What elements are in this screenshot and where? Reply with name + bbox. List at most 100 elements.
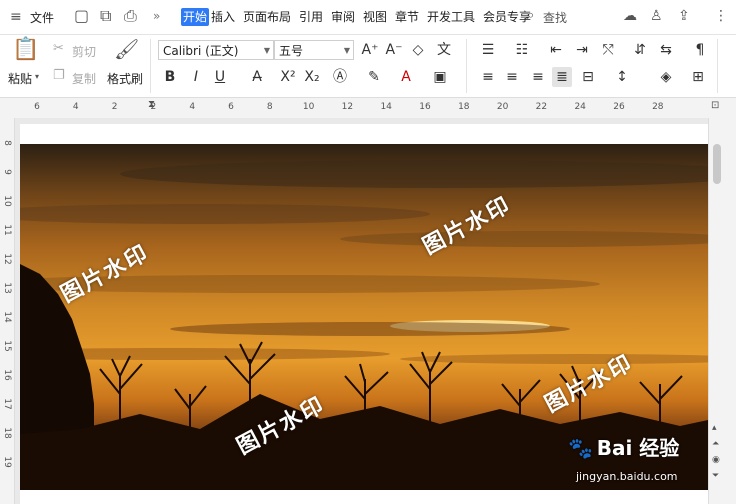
vruler-tick: 17 — [2, 398, 12, 410]
prev-page-icon[interactable]: ⏶ — [712, 440, 719, 449]
italic-icon[interactable]: I — [186, 67, 206, 87]
bold-icon[interactable]: B — [160, 67, 180, 87]
borders-icon[interactable]: ⊞ — [688, 67, 708, 87]
shrink-font-icon[interactable]: A⁻ — [384, 40, 404, 60]
justify-icon[interactable]: ≣ — [552, 67, 572, 87]
font-size-value: 五号 — [279, 44, 304, 58]
vruler-tick: 8 — [2, 140, 12, 146]
select-browse-icon[interactable]: ◉ — [712, 456, 720, 465]
font-size-select[interactable]: 五号 ▼ — [274, 40, 354, 60]
line-spacing-icon[interactable]: ↕ — [612, 67, 632, 87]
search-label[interactable]: 查找 — [543, 9, 567, 26]
ruler-tick: 10 — [302, 102, 315, 112]
shading-icon[interactable]: ◈ — [656, 67, 676, 87]
document-area[interactable]: 图片水印 图片水印 图片水印 图片水印 🐾 Bai 经验 jingyan.bai… — [15, 118, 708, 504]
scroll-thumb[interactable] — [713, 144, 721, 184]
char-border-icon[interactable]: ▣ — [430, 67, 450, 87]
vruler-tick: 11 — [2, 224, 12, 236]
ruler-tick: 18 — [458, 102, 470, 112]
vruler-tick: 9 — [2, 169, 12, 175]
paw-icon: 🐾 — [568, 436, 593, 460]
tab-6[interactable]: 章节 — [395, 8, 419, 26]
tab-8[interactable]: 会员专享 — [483, 8, 531, 26]
decrease-indent-icon[interactable]: ⇤ — [546, 40, 566, 60]
sunset-image[interactable]: 图片水印 图片水印 图片水印 图片水印 🐾 Bai 经验 jingyan.bai… — [20, 144, 708, 490]
ruler-tick: 6 — [228, 102, 234, 112]
document-page[interactable]: 图片水印 图片水印 图片水印 图片水印 🐾 Bai 经验 jingyan.bai… — [20, 124, 708, 504]
tab-7[interactable]: 开发工具 — [427, 8, 475, 26]
font-color-icon[interactable]: A — [396, 67, 416, 87]
ruler-tick: 16 — [419, 102, 431, 112]
align-right-icon[interactable]: ≡ — [528, 67, 548, 87]
export-pdf-icon[interactable]: ⧉ — [100, 8, 111, 24]
numbered-list-icon[interactable]: ☷ — [512, 40, 532, 60]
save-icon[interactable]: ▢ — [74, 8, 89, 24]
ribbon-toolbar: 📋 粘贴 ▾ ✂ 剪切 ❐ 复制 🖌 格式刷 Calibri (正文) ▼ 五号 ▼… — [0, 35, 736, 98]
paste-button[interactable]: 粘贴 — [8, 70, 32, 87]
more-options-icon[interactable]: ⋮ — [714, 9, 728, 23]
brand-logo-text: Bai 经验 — [596, 436, 680, 460]
vruler-tick: 13 — [2, 282, 12, 294]
ruler-toggle-icon[interactable]: ⊡ — [711, 101, 719, 111]
ruler-tick: 14 — [380, 102, 392, 112]
cloud-sync-icon[interactable]: ☁ — [623, 9, 637, 23]
bullet-list-icon[interactable]: ☰ — [478, 40, 498, 60]
vruler-tick: 19 — [2, 456, 12, 468]
superscript-icon[interactable]: X² — [278, 67, 298, 87]
ruler-tick: 8 — [266, 102, 273, 112]
ruler-tick: 12 — [341, 102, 354, 112]
tab-4[interactable]: 审阅 — [331, 8, 355, 26]
vertical-ruler[interactable]: 8 9 10 11 12 13 14 15 16 17 18 19 — [0, 118, 15, 504]
brand-url: jingyan.baidu.com — [576, 470, 678, 483]
share-icon[interactable]: ⇪ — [678, 9, 690, 23]
paste-icon[interactable]: 📋 — [12, 39, 39, 61]
text-direction-icon[interactable]: ⇵ — [630, 40, 650, 60]
align-center-icon[interactable]: ≡ — [502, 67, 522, 87]
menu-bar: ≡ 文件 ▢ ⧉ ⎙ » 开始 插入 页面布局 引用 审阅 视图 章节 开发工具 会员专享 ⌕ … — [0, 0, 736, 35]
format-painter-icon[interactable]: 🖌 — [114, 39, 139, 59]
user-icon[interactable]: ♙ — [650, 9, 663, 23]
scroll-up-icon[interactable]: ▴ — [712, 424, 717, 433]
vruler-tick: 15 — [2, 340, 12, 352]
brand-logo: 🐾 Bai 经验 — [568, 432, 679, 461]
tab-0[interactable]: 开始 — [181, 8, 210, 26]
vruler-tick: 14 — [2, 311, 12, 323]
tab-5[interactable]: 视图 — [363, 8, 387, 26]
line-spacing-sort-icon[interactable]: ⇆ — [656, 40, 676, 60]
search-icon[interactable]: ⌕ — [527, 9, 534, 22]
print-icon[interactable]: ⎙ — [124, 8, 137, 24]
indent-marker-icon[interactable]: ⧗ — [148, 100, 155, 110]
distribute-icon[interactable]: ⊟ — [578, 67, 598, 87]
clear-format-icon[interactable]: ◇ — [408, 40, 428, 60]
ruler-tick: 24 — [574, 102, 586, 112]
ruler-tick: 2 — [111, 102, 118, 112]
vertical-scrollbar[interactable]: ▴ ⏶ ◉ ⏷ — [708, 118, 736, 504]
paste-dropdown-icon[interactable]: ▾ — [35, 73, 39, 81]
subscript-icon[interactable]: X₂ — [302, 67, 322, 87]
font-name-select[interactable]: Calibri (正文) ▼ — [158, 40, 274, 60]
next-page-icon[interactable]: ⏷ — [712, 472, 719, 481]
cut-icon[interactable]: ✂ — [53, 42, 64, 55]
tab-3[interactable]: 引用 — [299, 8, 323, 26]
tab-1[interactable]: 插入 — [211, 8, 235, 26]
horizontal-ruler[interactable]: 6 4 2 2 4 6 8 10 12 14 16 18 20 22 24 26 28 ⧗ ⊡ — [0, 98, 736, 119]
strikethrough-icon[interactable]: A̶ — [247, 67, 267, 87]
grow-font-icon[interactable]: A⁺ — [360, 40, 380, 60]
more-tabs[interactable]: » — [153, 9, 160, 23]
file-menu[interactable]: 文件 — [30, 9, 54, 26]
chinese-layout-icon[interactable]: ⤲ — [598, 40, 618, 60]
phonetic-guide-icon[interactable]: 文 — [434, 40, 454, 60]
underline-icon[interactable]: U — [210, 67, 230, 87]
text-effect-icon[interactable]: Ⓐ — [330, 67, 350, 87]
increase-indent-icon[interactable]: ⇥ — [572, 40, 592, 60]
copy-icon[interactable]: ❐ — [53, 69, 65, 82]
format-painter-button[interactable]: 格式刷 — [107, 70, 143, 87]
show-marks-icon[interactable]: ¶ — [690, 40, 710, 60]
copy-button[interactable]: 复制 — [72, 70, 96, 87]
align-left-icon[interactable]: ≡ — [478, 67, 498, 87]
hamburger-icon[interactable]: ≡ — [10, 10, 22, 24]
cut-button[interactable]: 剪切 — [72, 43, 96, 60]
tab-2[interactable]: 页面布局 — [243, 8, 291, 26]
highlight-icon[interactable]: ✎ — [364, 67, 384, 87]
ruler-tick: 20 — [496, 102, 509, 112]
